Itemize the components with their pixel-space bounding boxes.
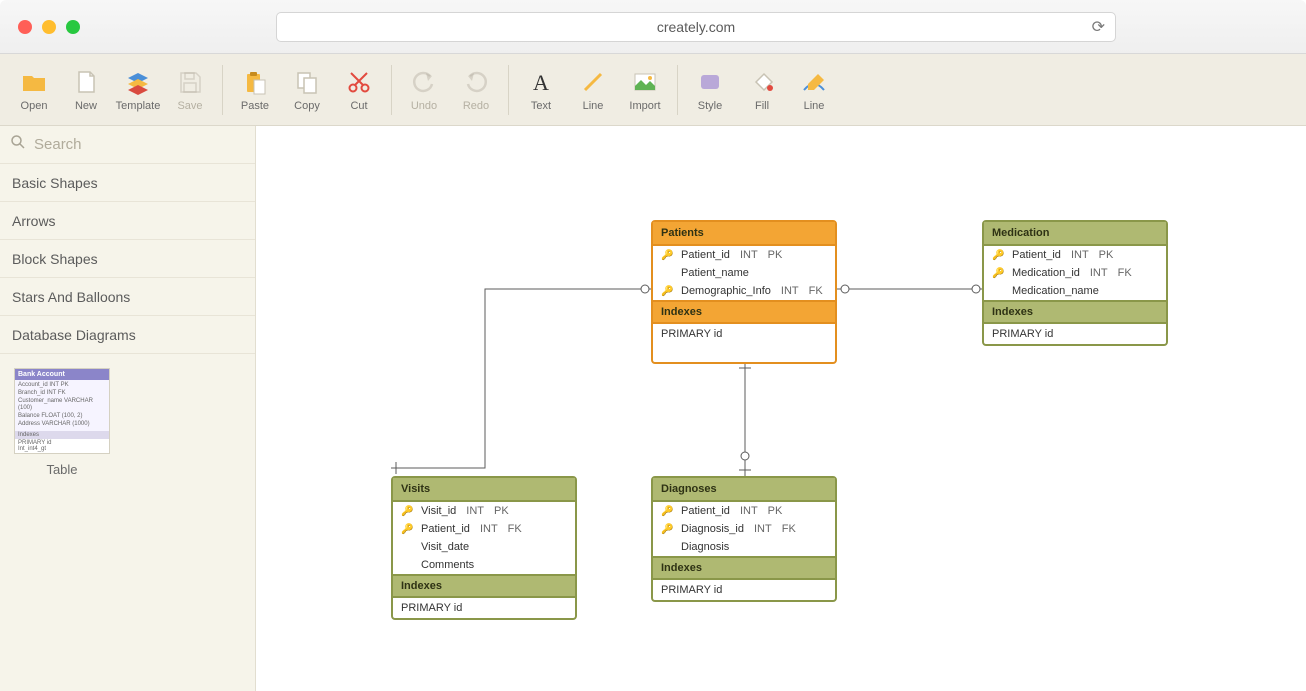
key-icon: 🔑 [661, 286, 671, 297]
indexes-header: Indexes [653, 300, 835, 324]
style-button[interactable]: Style [684, 59, 736, 121]
redo-button[interactable]: Redo [450, 59, 502, 121]
pencil-line-icon [800, 68, 828, 96]
toolbar-separator [677, 65, 678, 115]
cut-button[interactable]: Cut [333, 59, 385, 121]
indexes-header: Indexes [393, 574, 575, 598]
line-tool-button[interactable]: Line [567, 59, 619, 121]
entity-patients[interactable]: Patients 🔑Patient_idINTPK Patient_name 🔑… [651, 220, 837, 364]
save-icon [176, 68, 204, 96]
table-row: 🔑Patient_idINTFK [393, 520, 575, 538]
close-window-icon[interactable] [18, 20, 32, 34]
entity-medication[interactable]: Medication 🔑Patient_idINTPK 🔑Medication_… [982, 220, 1168, 346]
table-row: 🔑Medication_idINTFK [984, 264, 1166, 282]
table-row: Diagnosis [653, 538, 835, 556]
line-icon [579, 68, 607, 96]
redo-icon [462, 68, 490, 96]
category-database-diagrams[interactable]: Database Diagrams [0, 316, 255, 354]
table-row: 🔑Diagnosis_idINTFK [653, 520, 835, 538]
entity-title: Medication [984, 222, 1166, 246]
undo-icon [410, 68, 438, 96]
search-wrap [0, 126, 255, 164]
scissors-icon [345, 68, 373, 96]
open-button[interactable]: Open [8, 59, 60, 121]
maximize-window-icon[interactable] [66, 20, 80, 34]
text-icon: A [527, 68, 555, 96]
paint-bucket-icon [748, 68, 776, 96]
thumb-label: Table [14, 462, 110, 477]
svg-text:A: A [533, 70, 549, 95]
key-icon: 🔑 [661, 524, 671, 535]
fill-button[interactable]: Fill [736, 59, 788, 121]
undo-button[interactable]: Undo [398, 59, 450, 121]
toolbar-separator [391, 65, 392, 115]
paste-button[interactable]: Paste [229, 59, 281, 121]
browser-chrome: creately.com ⟳ [0, 0, 1306, 54]
key-icon: 🔑 [992, 250, 1002, 261]
table-row: Patient_name [653, 264, 835, 282]
entity-diagnoses[interactable]: Diagnoses 🔑Patient_idINTPK 🔑Diagnosis_id… [651, 476, 837, 602]
entity-title: Visits [393, 478, 575, 502]
search-icon [10, 134, 26, 155]
reload-icon[interactable]: ⟳ [1092, 17, 1105, 37]
url-text: creately.com [657, 19, 735, 35]
toolbar-separator [508, 65, 509, 115]
address-bar[interactable]: creately.com ⟳ [276, 12, 1116, 42]
index-row: PRIMARY id [393, 598, 575, 618]
key-icon: 🔑 [401, 506, 411, 517]
index-row: PRIMARY id [984, 324, 1166, 344]
copy-button[interactable]: Copy [281, 59, 333, 121]
key-icon: 🔑 [661, 506, 671, 517]
indexes-header: Indexes [984, 300, 1166, 324]
toolbar: Open New Template Save Paste Copy Cut [0, 54, 1306, 126]
layers-icon [124, 68, 152, 96]
table-row: 🔑Patient_idINTPK [653, 246, 835, 264]
traffic-lights [18, 20, 80, 34]
key-icon: 🔑 [992, 268, 1002, 279]
save-button[interactable]: Save [164, 59, 216, 121]
entity-visits[interactable]: Visits 🔑Visit_idINTPK 🔑Patient_idINTFK V… [391, 476, 577, 620]
category-basic-shapes[interactable]: Basic Shapes [0, 164, 255, 202]
new-button[interactable]: New [60, 59, 112, 121]
table-row: Comments [393, 556, 575, 574]
indexes-header: Indexes [653, 556, 835, 580]
search-input[interactable] [34, 136, 245, 153]
shape-library: Bank Account Account_id INT PK Branch_id… [0, 354, 255, 491]
table-row: 🔑Visit_idINTPK [393, 502, 575, 520]
shapes-panel: Basic Shapes Arrows Block Shapes Stars A… [0, 126, 256, 691]
index-row: PRIMARY id [653, 324, 835, 344]
category-stars-balloons[interactable]: Stars And Balloons [0, 278, 255, 316]
copy-icon [293, 68, 321, 96]
entity-title: Diagnoses [653, 478, 835, 502]
clipboard-icon [241, 68, 269, 96]
index-row: PRIMARY id [653, 580, 835, 600]
folder-icon [20, 68, 48, 96]
canvas[interactable]: Patients 🔑Patient_idINTPK Patient_name 🔑… [256, 126, 1306, 691]
text-tool-button[interactable]: A Text [515, 59, 567, 121]
minimize-window-icon[interactable] [42, 20, 56, 34]
table-row: 🔑Patient_idINTPK [984, 246, 1166, 264]
table-row: Medication_name [984, 282, 1166, 300]
file-icon [72, 68, 100, 96]
image-icon [631, 68, 659, 96]
key-icon: 🔑 [661, 250, 671, 261]
table-row: 🔑Demographic_InfoINTFK [653, 282, 835, 300]
toolbar-separator [222, 65, 223, 115]
category-block-shapes[interactable]: Block Shapes [0, 240, 255, 278]
style-swatch-icon [696, 68, 724, 96]
import-button[interactable]: Import [619, 59, 671, 121]
template-button[interactable]: Template [112, 59, 164, 121]
category-arrows[interactable]: Arrows [0, 202, 255, 240]
key-icon: 🔑 [401, 524, 411, 535]
line-style-button[interactable]: Line [788, 59, 840, 121]
table-row: Visit_date [393, 538, 575, 556]
entity-title: Patients [653, 222, 835, 246]
table-row: 🔑Patient_idINTPK [653, 502, 835, 520]
table-shape-thumb[interactable]: Bank Account Account_id INT PK Branch_id… [14, 368, 110, 454]
